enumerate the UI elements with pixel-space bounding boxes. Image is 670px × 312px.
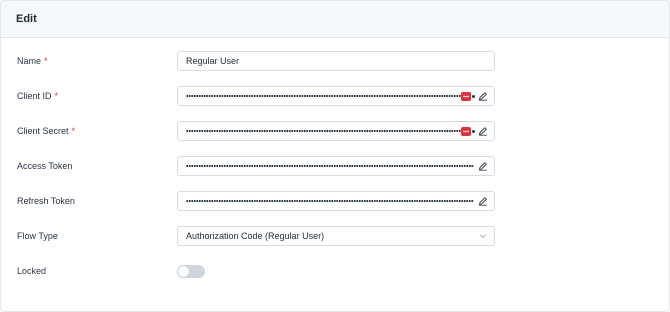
edit-panel: Edit Name * Regular User Client ID * Clien… [0, 0, 670, 312]
required-marker: * [71, 126, 76, 136]
flow-type-label: Flow Type [17, 231, 58, 241]
edit-access-token-button[interactable] [476, 160, 490, 172]
locked-label: Locked [17, 266, 47, 276]
access-token-row: Access Token [1, 156, 669, 176]
masked-value [186, 164, 474, 168]
client-id-input[interactable] [177, 86, 495, 106]
refresh-token-label: Refresh Token [17, 196, 75, 206]
name-input[interactable]: Regular User [177, 51, 495, 71]
masked-value [186, 199, 474, 203]
access-token-label: Access Token [17, 161, 73, 171]
access-token-input[interactable] [177, 156, 495, 176]
pencil-icon [478, 197, 487, 206]
client-secret-input[interactable] [177, 121, 495, 141]
name-input-value: Regular User [186, 56, 240, 66]
name-row: Name * Regular User [1, 51, 669, 71]
flow-type-select[interactable]: Authorization Code (Regular User) [177, 226, 495, 246]
edit-client-id-button[interactable] [476, 90, 490, 102]
toggle-knob [178, 266, 189, 277]
pencil-icon [478, 127, 487, 136]
panel-header: Edit [1, 1, 669, 38]
key-badge-icon[interactable] [461, 92, 471, 101]
pencil-icon [478, 162, 487, 171]
refresh-token-input[interactable] [177, 191, 495, 211]
chevron-down-icon [480, 234, 486, 239]
client-secret-row: Client Secret * [1, 121, 669, 141]
name-label: Name * [17, 56, 48, 66]
key-badge-icon[interactable] [461, 127, 471, 136]
required-marker: * [54, 91, 59, 101]
client-id-label: Client ID * [17, 91, 59, 101]
edit-client-secret-button[interactable] [476, 125, 490, 137]
client-id-row: Client ID * [1, 86, 669, 106]
flow-type-value: Authorization Code (Regular User) [186, 231, 325, 241]
locked-row: Locked [1, 261, 669, 281]
pencil-icon [478, 92, 487, 101]
client-secret-label: Client Secret * [17, 126, 76, 136]
required-marker: * [44, 56, 48, 66]
key-dot-icon [472, 95, 475, 98]
key-dot-icon [472, 130, 475, 133]
panel-title: Edit [16, 13, 37, 25]
masked-value [186, 94, 462, 98]
masked-value [186, 129, 462, 133]
refresh-token-row: Refresh Token [1, 191, 669, 211]
flow-type-row: Flow Type Authorization Code (Regular Us… [1, 226, 669, 246]
edit-refresh-token-button[interactable] [476, 195, 490, 207]
locked-toggle[interactable] [177, 265, 205, 278]
